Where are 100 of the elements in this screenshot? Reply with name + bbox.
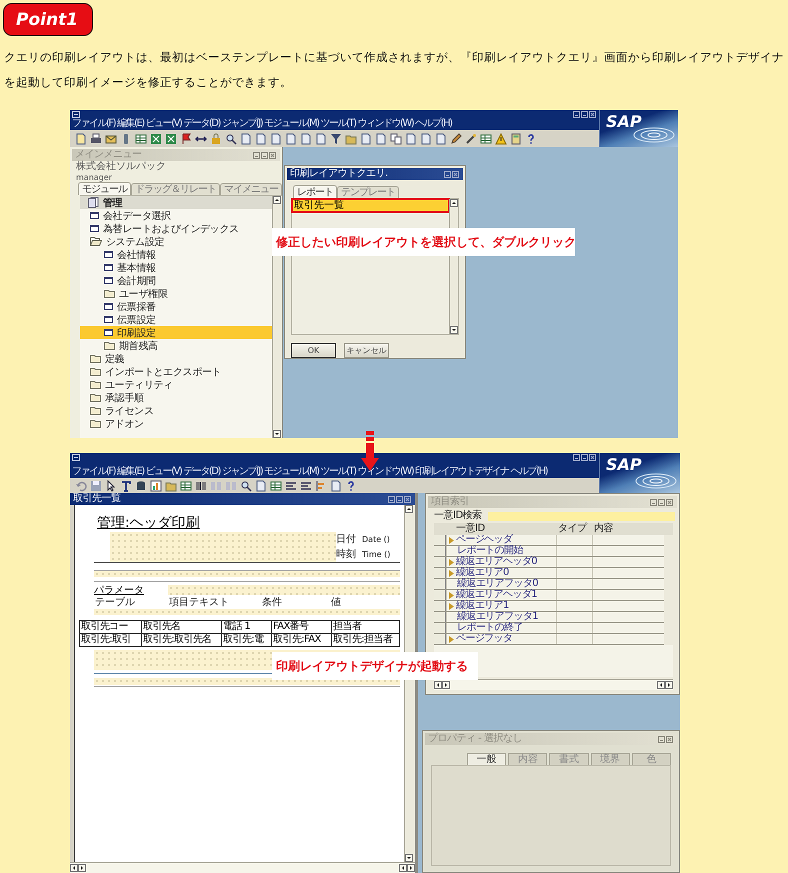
magnifier-icon[interactable] — [240, 480, 252, 492]
index-row[interactable]: 繰返エリア0 — [434, 568, 664, 579]
pencil-icon[interactable] — [450, 132, 462, 144]
window-buttons-icon[interactable] — [573, 111, 597, 118]
document-icon[interactable] — [270, 132, 282, 144]
window-buttons-icon[interactable] — [650, 498, 674, 506]
scrollbar[interactable] — [434, 679, 673, 690]
menu-item[interactable]: モジュール(M) — [264, 118, 319, 130]
warning-icon[interactable] — [495, 132, 507, 144]
printer-icon[interactable] — [90, 132, 102, 144]
index-row[interactable]: ページヘッダ — [434, 535, 664, 546]
row-selector[interactable] — [434, 590, 446, 600]
menu-item[interactable]: ヘルプ(H) — [415, 118, 452, 130]
tree-item[interactable]: 期首残高 — [80, 339, 272, 352]
row-selector[interactable] — [434, 634, 446, 644]
scrollbar[interactable] — [70, 862, 415, 873]
spreadsheet-icon[interactable] — [150, 132, 162, 144]
menu-item[interactable]: ウィンドウ(W) — [357, 118, 414, 130]
help-icon[interactable] — [525, 132, 537, 144]
menu-item[interactable]: ツール(T) — [320, 118, 356, 130]
document-icon[interactable] — [420, 132, 432, 144]
menu-item[interactable]: ヘルプ(H) — [510, 466, 548, 478]
menu-item[interactable]: データ(D) — [183, 118, 220, 130]
scroll-down-icon[interactable] — [450, 326, 458, 334]
tree-item[interactable]: ユーティリティ — [80, 378, 272, 391]
window-buttons-icon[interactable] — [388, 496, 412, 502]
index-row[interactable]: 繰返エリア1 — [434, 601, 664, 612]
menu-item[interactable]: 編集(E) — [117, 118, 144, 130]
list-row[interactable]: 取引先一覧 — [292, 199, 449, 212]
text-tool-icon[interactable] — [120, 480, 132, 492]
row-selector[interactable] — [434, 579, 446, 589]
tree-item[interactable]: 伝票設定 — [80, 313, 272, 326]
tree-item[interactable]: 印刷設定 — [80, 326, 272, 339]
document-icon[interactable] — [315, 132, 327, 144]
magnifier-icon[interactable] — [225, 132, 237, 144]
document-icon[interactable] — [240, 132, 252, 144]
row-selector[interactable] — [434, 557, 446, 567]
table-icon[interactable] — [270, 480, 282, 492]
tree-item[interactable]: 為替レートおよびインデックス — [80, 222, 272, 235]
document-icon[interactable] — [255, 132, 267, 144]
scroll-up-icon[interactable] — [405, 505, 413, 513]
index-row[interactable]: レポートの終了 — [434, 623, 664, 634]
document-icon[interactable] — [375, 132, 387, 144]
document-icon[interactable] — [285, 132, 297, 144]
table-icon[interactable] — [480, 132, 492, 144]
scroll-arrows-icon[interactable] — [399, 864, 415, 872]
scroll-up-icon[interactable] — [273, 196, 281, 204]
window-buttons-icon[interactable] — [658, 736, 674, 742]
rows-icon[interactable] — [300, 480, 312, 492]
row-selector[interactable] — [434, 535, 446, 545]
help-icon[interactable] — [345, 480, 357, 492]
menu-item[interactable]: ツール(T) — [320, 466, 356, 478]
tree-item[interactable]: 基本情報 — [80, 261, 272, 274]
envelope-icon[interactable] — [105, 132, 117, 144]
align-icon[interactable] — [315, 480, 327, 492]
menu-item[interactable]: モジュール(M) — [264, 466, 319, 478]
row-selector[interactable] — [434, 612, 446, 622]
document-icon[interactable] — [405, 132, 417, 144]
table-icon[interactable] — [180, 480, 192, 492]
cancel-button[interactable]: キャンセル — [344, 343, 389, 358]
ok-button[interactable]: OK — [291, 343, 336, 358]
tree-item[interactable]: システム設定 — [80, 235, 272, 248]
menu-item[interactable]: ジャンプ(J) — [222, 466, 262, 478]
tree-item[interactable]: 管理 — [80, 196, 272, 209]
row-selector[interactable] — [434, 623, 446, 633]
tree-item[interactable]: 会計期間 — [80, 274, 272, 287]
menu-item[interactable]: ビュー(V) — [146, 466, 182, 478]
scroll-up-icon[interactable] — [450, 199, 458, 207]
menu-item[interactable]: ウィンドウ(W) — [357, 466, 414, 478]
tab[interactable]: 一般 — [467, 753, 506, 765]
row-selector[interactable] — [434, 601, 446, 611]
wand-icon[interactable] — [465, 132, 477, 144]
menu-item[interactable]: ファイル(F) — [72, 118, 116, 130]
window-buttons-icon[interactable] — [573, 454, 597, 461]
window-buttons-icon[interactable] — [253, 152, 277, 158]
index-row[interactable]: 繰返エリアフッタ0 — [434, 579, 664, 590]
tree-item[interactable]: インポートとエクスポート — [80, 365, 272, 378]
window-buttons-icon[interactable] — [444, 170, 460, 178]
barcode-icon[interactable] — [195, 480, 207, 492]
index-row[interactable]: 繰返エリアヘッダ1 — [434, 590, 664, 601]
menu-item[interactable]: ファイル(F) — [72, 466, 116, 478]
index-row[interactable]: レポートの開始 — [434, 546, 664, 557]
tree-item[interactable]: ライセンス — [80, 404, 272, 417]
menu-item[interactable]: 印刷レイアウトデザイナ — [415, 466, 509, 478]
copy-icon[interactable] — [390, 132, 402, 144]
document-icon[interactable] — [300, 132, 312, 144]
row-selector[interactable] — [434, 546, 446, 556]
funnel-icon[interactable] — [330, 132, 342, 144]
index-row[interactable]: 繰返エリアヘッダ0 — [434, 557, 664, 568]
tree-item[interactable]: 定義 — [80, 352, 272, 365]
row-selector[interactable] — [434, 568, 446, 578]
tree-item[interactable]: 伝票採番 — [80, 300, 272, 313]
index-row[interactable]: 繰返エリアフッタ1 — [434, 612, 664, 623]
index-row[interactable]: ページフッタ — [434, 634, 664, 645]
database-icon[interactable] — [135, 480, 147, 492]
chart-icon[interactable] — [150, 480, 162, 492]
menu-item[interactable]: ビュー(V) — [146, 118, 182, 130]
cursor-icon[interactable] — [105, 480, 117, 492]
menu-item[interactable]: ジャンプ(J) — [222, 118, 262, 130]
calculator-icon[interactable] — [510, 132, 522, 144]
